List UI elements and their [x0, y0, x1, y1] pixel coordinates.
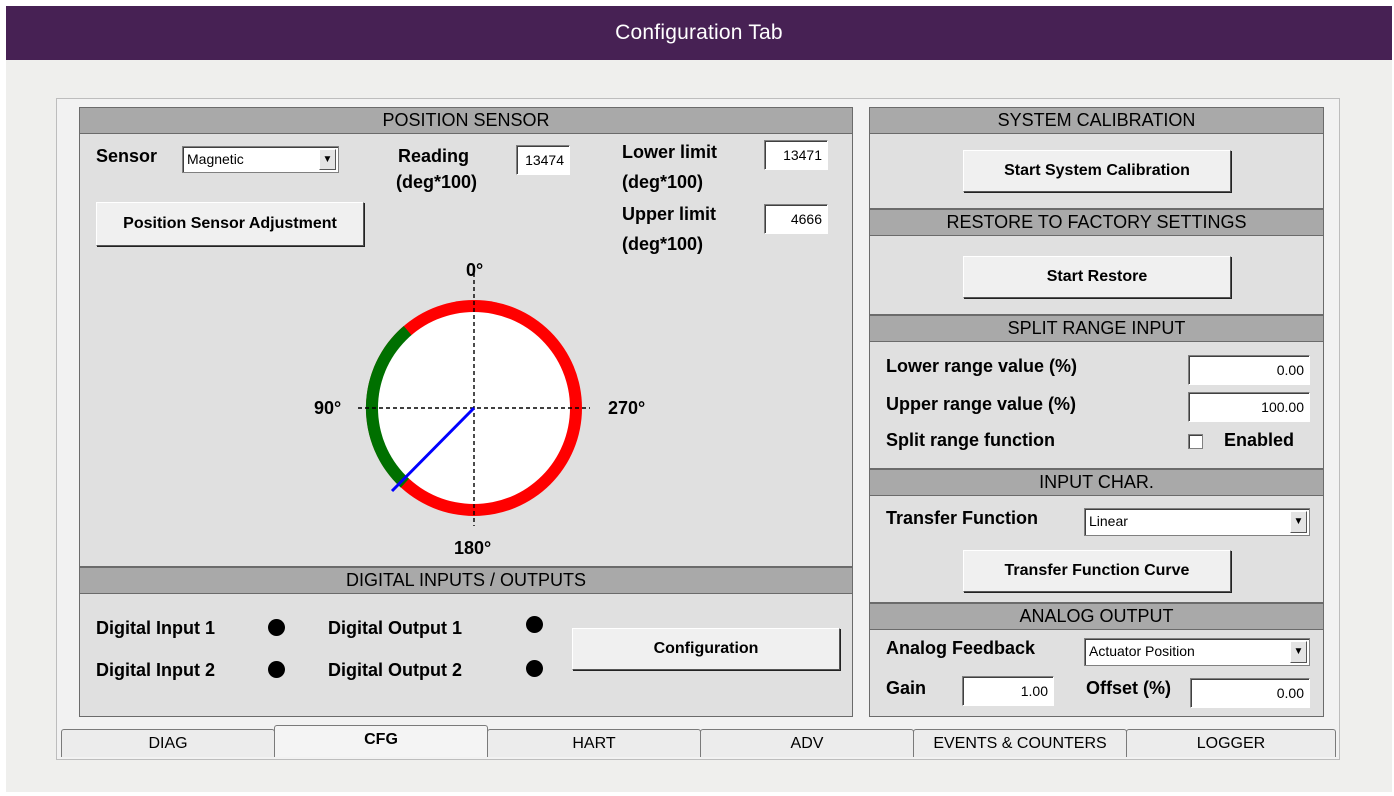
- tab-diag[interactable]: DIAG: [61, 729, 275, 757]
- lower-range-field[interactable]: 0.00: [1188, 355, 1310, 385]
- input-char-panel: INPUT CHAR. Transfer Function Linear ▼ T…: [869, 469, 1324, 603]
- dial-label-0: 0°: [466, 260, 484, 280]
- analog-feedback-value: Actuator Position: [1089, 643, 1195, 659]
- upper-range-label: Upper range value (%): [886, 394, 1077, 414]
- split-range-enabled-checkbox[interactable]: [1188, 434, 1203, 449]
- digital-io-configuration-button[interactable]: Configuration: [572, 628, 840, 670]
- page-banner: Configuration Tab: [6, 6, 1392, 60]
- position-sensor-header: POSITION SENSOR: [80, 108, 852, 134]
- digital-io-panel: DIGITAL INPUTS / OUTPUTS Digital Input 1…: [79, 567, 853, 717]
- system-calibration-header: SYSTEM CALIBRATION: [870, 108, 1323, 134]
- app-window: POSITION SENSOR Sensor Magnetic ▼ Readin…: [56, 98, 1340, 760]
- split-range-panel: SPLIT RANGE INPUT Lower range value (%) …: [869, 315, 1324, 469]
- digital-input-2-indicator: [268, 661, 285, 678]
- digital-input-1-indicator: [268, 619, 285, 636]
- reading-label: Reading: [398, 146, 470, 166]
- restore-panel: RESTORE TO FACTORY SETTINGS Start Restor…: [869, 209, 1324, 315]
- dial-label-270: 270°: [608, 398, 646, 418]
- lower-range-label: Lower range value (%): [886, 356, 1078, 376]
- split-range-header: SPLIT RANGE INPUT: [870, 316, 1323, 342]
- tab-bar: DIAG CFG HART ADV EVENTS & COUNTERS LOGG…: [57, 725, 1339, 759]
- chevron-down-icon[interactable]: ▼: [1290, 511, 1307, 533]
- offset-field[interactable]: 0.00: [1190, 678, 1310, 708]
- sensor-select[interactable]: Magnetic ▼: [182, 146, 339, 173]
- input-char-header: INPUT CHAR.: [870, 470, 1323, 496]
- sensor-label: Sensor: [96, 146, 158, 166]
- transfer-function-label: Transfer Function: [886, 508, 1039, 528]
- dial-label-180: 180°: [454, 538, 492, 558]
- tab-adv[interactable]: ADV: [700, 729, 914, 757]
- lower-limit-unit: (deg*100): [622, 172, 704, 192]
- transfer-function-value: Linear: [1089, 513, 1128, 529]
- tab-hart[interactable]: HART: [487, 729, 701, 757]
- transfer-function-curve-button[interactable]: Transfer Function Curve: [963, 550, 1231, 592]
- position-sensor-panel: POSITION SENSOR Sensor Magnetic ▼ Readin…: [79, 107, 853, 567]
- analog-output-panel: ANALOG OUTPUT Analog Feedback Actuator P…: [869, 603, 1324, 717]
- upper-limit-unit: (deg*100): [622, 234, 704, 254]
- digital-input-1-label: Digital Input 1: [96, 618, 215, 638]
- position-sensor-adjustment-button[interactable]: Position Sensor Adjustment: [96, 202, 364, 246]
- restore-header: RESTORE TO FACTORY SETTINGS: [870, 210, 1323, 236]
- position-dial: [358, 266, 590, 526]
- upper-limit-field[interactable]: 4666: [764, 204, 828, 234]
- transfer-function-select[interactable]: Linear ▼: [1084, 508, 1310, 536]
- digital-io-header: DIGITAL INPUTS / OUTPUTS: [80, 568, 852, 594]
- tab-events-counters[interactable]: EVENTS & COUNTERS: [913, 729, 1127, 757]
- dial-label-90: 90°: [314, 398, 342, 418]
- chevron-down-icon[interactable]: ▼: [319, 149, 336, 170]
- tab-logger[interactable]: LOGGER: [1126, 729, 1336, 757]
- chevron-down-icon[interactable]: ▼: [1290, 641, 1307, 663]
- upper-range-field[interactable]: 100.00: [1188, 392, 1310, 422]
- system-calibration-panel: SYSTEM CALIBRATION Start System Calibrat…: [869, 107, 1324, 209]
- digital-output-2-indicator: [526, 660, 543, 677]
- split-range-function-label: Split range function: [886, 430, 1055, 450]
- start-system-calibration-button[interactable]: Start System Calibration: [963, 150, 1231, 192]
- start-restore-button[interactable]: Start Restore: [963, 256, 1231, 298]
- reading-field[interactable]: 13474: [516, 145, 570, 175]
- reading-unit: (deg*100): [396, 172, 478, 192]
- digital-input-2-label: Digital Input 2: [96, 660, 215, 680]
- lower-limit-label: Lower limit: [622, 142, 718, 162]
- digital-output-2-label: Digital Output 2: [328, 660, 462, 680]
- analog-output-header: ANALOG OUTPUT: [870, 604, 1323, 630]
- gain-field[interactable]: 1.00: [962, 676, 1054, 706]
- sensor-select-value: Magnetic: [187, 151, 244, 167]
- tab-cfg[interactable]: CFG: [274, 725, 488, 757]
- digital-output-1-label: Digital Output 1: [328, 618, 462, 638]
- banner-title: Configuration Tab: [615, 21, 783, 44]
- upper-limit-label: Upper limit: [622, 204, 717, 224]
- lower-limit-field[interactable]: 13471: [764, 140, 828, 170]
- analog-feedback-select[interactable]: Actuator Position ▼: [1084, 638, 1310, 666]
- offset-label: Offset (%): [1086, 678, 1171, 698]
- split-range-enabled-label: Enabled: [1224, 430, 1295, 450]
- analog-feedback-label: Analog Feedback: [886, 638, 1036, 658]
- digital-output-1-indicator: [526, 616, 543, 633]
- gain-label: Gain: [886, 678, 927, 698]
